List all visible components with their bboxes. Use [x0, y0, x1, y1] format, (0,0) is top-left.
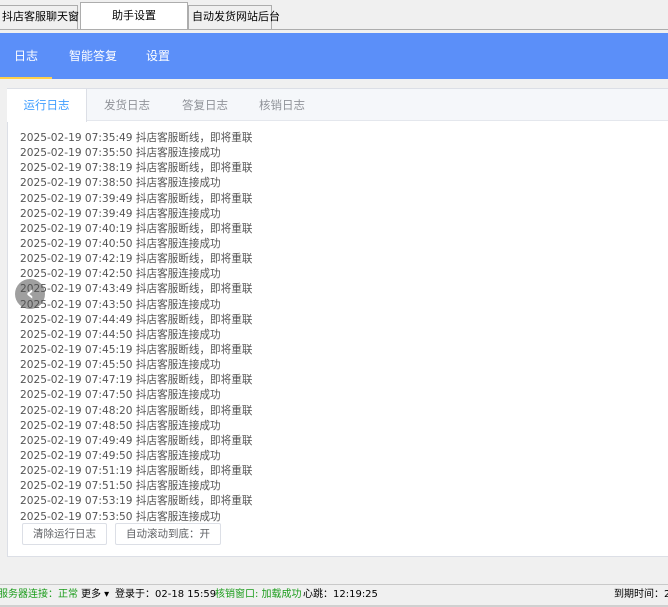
expire-time: 到期时间：2 [614, 589, 668, 600]
tab-run-log[interactable]: 运行日志 [7, 89, 87, 122]
log-panel: 发货日志 答复日志 核销日志 运行日志 2025-02-19 07:35:49 … [7, 88, 668, 557]
tab-divider [0, 29, 668, 30]
log-line: 2025-02-19 07:38:19 抖店客服断线，即将重联 [20, 162, 253, 175]
server-status: 服务器连接：正常 [0, 589, 78, 600]
log-line: 2025-02-19 07:39:49 抖店客服连接成功 [20, 207, 221, 220]
log-line: 2025-02-19 07:53:19 抖店客服断线，即将重联 [20, 495, 253, 508]
log-line: 2025-02-19 07:48:50 抖店客服连接成功 [20, 419, 221, 432]
log-line: 2025-02-19 07:51:50 抖店客服连接成功 [20, 480, 221, 493]
window-tab-bar: 抖店客服聊天窗口 自动发货网站后台 助手设置 [0, 0, 668, 30]
log-line: 2025-02-19 07:45:19 抖店客服断线，即将重联 [20, 343, 253, 356]
log-line: 2025-02-19 07:44:49 抖店客服断线，即将重联 [20, 313, 253, 326]
tab-shipping-log[interactable]: 发货日志 [87, 89, 167, 121]
window-tab-assistant-settings[interactable]: 助手设置 [80, 2, 188, 30]
log-line: 2025-02-19 07:45:50 抖店客服连接成功 [20, 359, 221, 372]
nav-item-log[interactable]: 日志 [0, 33, 52, 79]
log-line: 2025-02-19 07:42:50 抖店客服连接成功 [20, 268, 221, 281]
log-line: 2025-02-19 07:42:19 抖店客服断线，即将重联 [20, 253, 253, 266]
log-tabs: 发货日志 答复日志 核销日志 运行日志 [7, 89, 668, 122]
window-tab-chat[interactable]: 抖店客服聊天窗口 [0, 5, 90, 29]
log-line: 2025-02-19 07:43:49 抖店客服断线，即将重联 [20, 283, 253, 296]
log-line: 2025-02-19 07:47:19 抖店客服断线，即将重联 [20, 374, 253, 387]
clear-log-button[interactable]: 清除运行日志 [22, 523, 107, 545]
log-line: 2025-02-19 07:38:50 抖店客服连接成功 [20, 177, 221, 190]
log-line: 2025-02-19 07:53:50 抖店客服连接成功 [20, 510, 221, 522]
log-line: 2025-02-19 07:44:50 抖店客服连接成功 [20, 328, 221, 341]
log-line: 2025-02-19 07:40:50 抖店客服连接成功 [20, 237, 221, 250]
log-line: 2025-02-19 07:43:50 抖店客服连接成功 [20, 298, 221, 311]
log-line: 2025-02-19 07:35:50 抖店客服连接成功 [20, 147, 221, 160]
log-line: 2025-02-19 07:49:50 抖店客服连接成功 [20, 449, 221, 462]
log-line: 2025-02-19 07:49:49 抖店客服断线，即将重联 [20, 434, 253, 447]
main-nav: 日志 智能答复 设置 [0, 33, 668, 79]
log-line: 2025-02-19 07:48:20 抖店客服断线，即将重联 [20, 404, 253, 417]
log-list[interactable]: 2025-02-19 07:35:49 抖店客服断线，即将重联 2025-02-1… [20, 131, 640, 522]
more-menu[interactable]: 更多 ▾ [81, 585, 109, 605]
heartbeat: 心跳：12:19:25 [303, 589, 378, 600]
chevron-left-icon[interactable]: ‹ [15, 279, 45, 309]
window-tab-backend[interactable]: 自动发货网站后台 [188, 5, 280, 29]
tab-reply-log[interactable]: 答复日志 [165, 89, 245, 121]
auto-scroll-toggle[interactable]: 自动滚动到底：开 [115, 523, 221, 545]
login-time: 登录于：02-18 15:59 [115, 589, 217, 600]
nav-item-settings[interactable]: 设置 [146, 33, 170, 79]
tab-verify-log[interactable]: 核销日志 [242, 89, 322, 121]
log-line: 2025-02-19 07:35:49 抖店客服断线，即将重联 [20, 132, 253, 144]
log-line: 2025-02-19 07:47:50 抖店客服连接成功 [20, 389, 221, 402]
log-line: 2025-02-19 07:51:19 抖店客服断线，即将重联 [20, 465, 253, 478]
status-bar: 服务器连接：正常 更多 ▾ 登录于：02-18 15:59 核销窗口: 加载成功… [0, 584, 668, 605]
log-line: 2025-02-19 07:39:49 抖店客服断线，即将重联 [20, 192, 253, 205]
verify-window-status: 核销窗口: 加载成功 [215, 589, 302, 600]
nav-item-smart-reply[interactable]: 智能答复 [69, 33, 117, 79]
log-line: 2025-02-19 07:40:19 抖店客服断线，即将重联 [20, 222, 253, 235]
